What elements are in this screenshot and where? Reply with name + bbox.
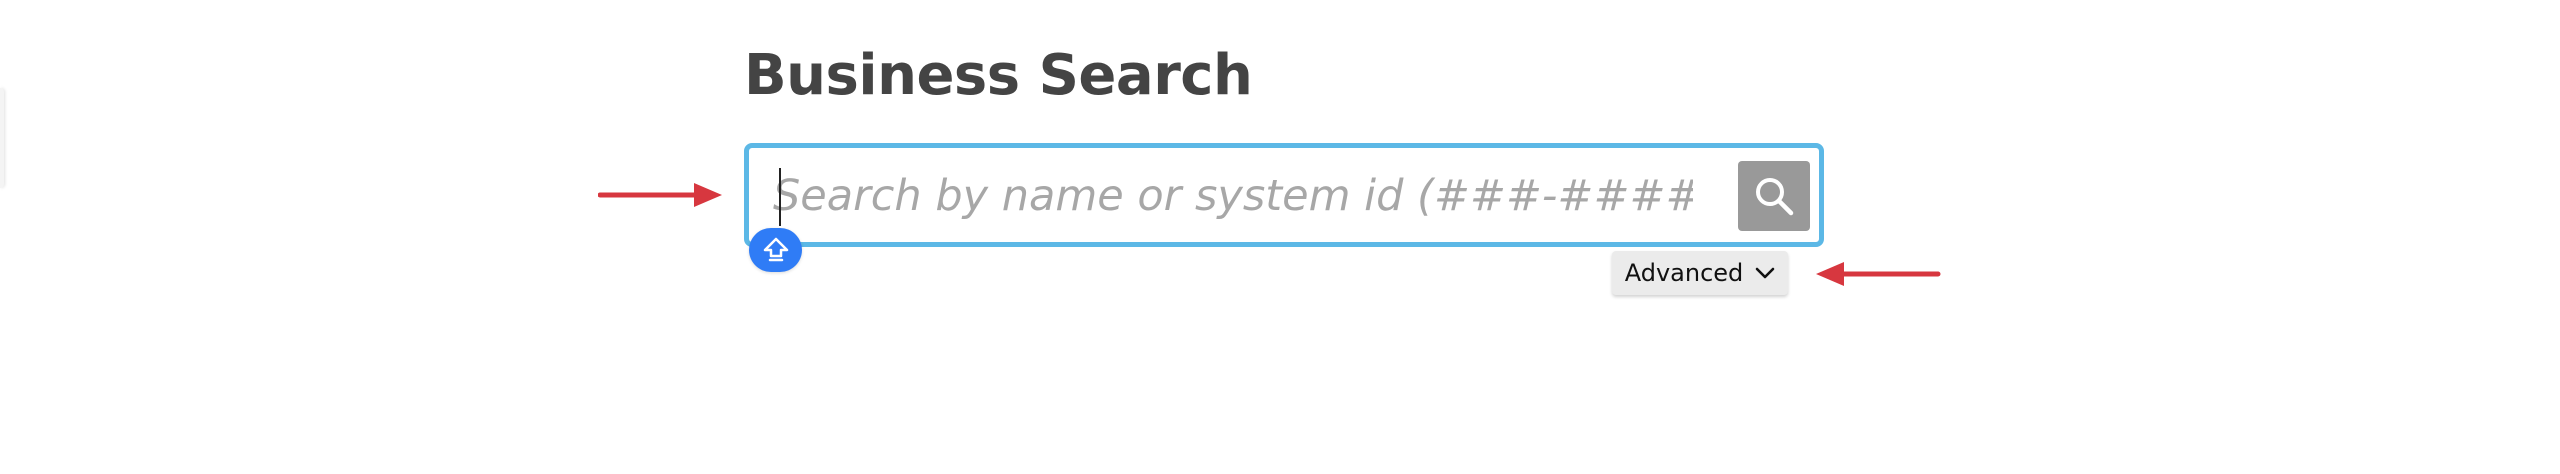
- page: Business Search Advanced: [0, 0, 2560, 474]
- advanced-label: Advanced: [1624, 259, 1744, 287]
- shift-arrow-icon: [763, 237, 788, 262]
- left-edge-tab[interactable]: [0, 88, 4, 188]
- annotation-arrow-right: [598, 183, 722, 207]
- annotation-arrow-left: [1816, 262, 1941, 286]
- search-input[interactable]: [773, 162, 1693, 230]
- advanced-button[interactable]: Advanced: [1612, 251, 1788, 295]
- search-box: [744, 143, 1824, 247]
- search-icon: [1756, 178, 1794, 216]
- search-button[interactable]: [1738, 161, 1810, 231]
- page-title: Business Search: [744, 43, 1253, 108]
- shift-badge[interactable]: [749, 228, 802, 272]
- chevron-down-icon: [1755, 267, 1775, 279]
- text-caret: [779, 168, 781, 226]
